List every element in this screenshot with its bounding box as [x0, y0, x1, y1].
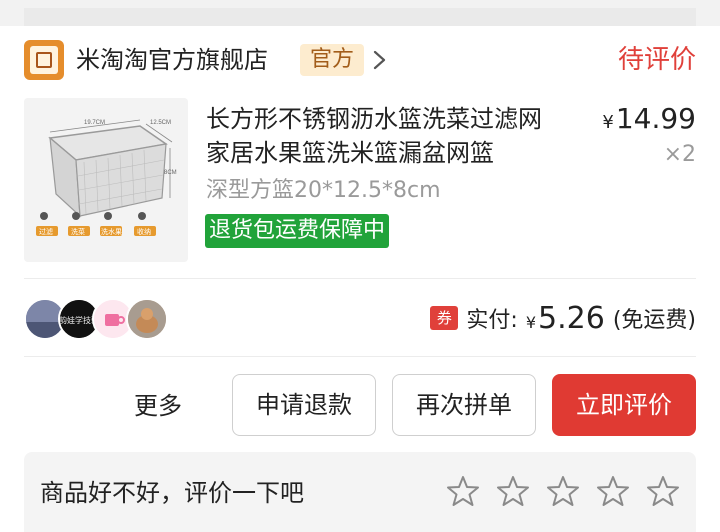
- product-spec: 深型方篮20*12.5*8cm: [206, 178, 441, 203]
- actual-payment: 券 实付: ¥5.26 (免运费): [430, 300, 696, 336]
- product-title-line-1: 长方形不锈钢沥水篮洗菜过滤网: [206, 105, 542, 133]
- divider: [24, 356, 696, 357]
- divider: [24, 278, 696, 279]
- star-icon[interactable]: [446, 474, 480, 508]
- star-icon[interactable]: [546, 474, 580, 508]
- more-button[interactable]: 更多: [134, 388, 182, 424]
- product-thumbnail[interactable]: 19.7CM 12.5CM 8CM 过滤 洗菜 洗水果 收纳: [24, 98, 188, 262]
- thumb-dim-width: 12.5CM: [150, 120, 171, 126]
- official-badge: 官方: [300, 44, 365, 76]
- star-icon[interactable]: [496, 474, 530, 508]
- thumb-dim-length: 19.7CM: [84, 120, 105, 126]
- thumb-label-wash-fruit: 洗水果: [101, 227, 122, 236]
- review-prompt-text: 商品好不好，评价一下吧: [40, 479, 304, 507]
- avatar: [126, 298, 168, 340]
- return-shipping-badge: 退货包运费保障中: [205, 214, 390, 248]
- refund-button[interactable]: 申请退款: [232, 374, 376, 436]
- shop-logo[interactable]: [24, 40, 64, 80]
- review-now-button[interactable]: 立即评价: [552, 374, 696, 436]
- star-rating: [446, 474, 680, 508]
- product-quantity: ×2: [663, 142, 696, 167]
- strainer-basket-image: 19.7CM 12.5CM 8CM 过滤 洗菜 洗水果 收纳: [24, 98, 188, 262]
- thumb-dim-height: 8CM: [164, 170, 177, 176]
- coupon-icon: 券: [430, 306, 459, 330]
- reorder-button[interactable]: 再次拼单: [392, 374, 536, 436]
- payment-label: 实付:: [466, 308, 518, 333]
- product-price: ¥14.99: [602, 102, 696, 140]
- price-currency: ¥: [602, 112, 614, 133]
- product-title-line-2: 家居水果篮洗米篮漏盆网篮: [206, 139, 494, 167]
- star-icon[interactable]: [596, 474, 630, 508]
- shop-name[interactable]: 米淘淘官方旗舰店: [76, 44, 268, 76]
- product-title[interactable]: 长方形不锈钢沥水篮洗菜过滤网 家居水果篮洗米篮漏盆网篮: [206, 102, 586, 170]
- payment-value: 5.26: [538, 300, 605, 336]
- price-value: 14.99: [615, 102, 696, 135]
- thumb-label-storage: 收纳: [137, 227, 151, 236]
- order-status: 待评价: [617, 45, 696, 75]
- review-prompt: 商品好不好，评价一下吧: [24, 452, 696, 532]
- payment-note: (免运费): [612, 308, 696, 333]
- shop-logo-mark: [30, 46, 58, 74]
- top-spacer: [0, 0, 720, 26]
- chevron-right-icon[interactable]: [370, 46, 390, 74]
- payment-currency: ¥: [525, 312, 537, 332]
- star-icon[interactable]: [646, 474, 680, 508]
- thumb-label-wash-veg: 洗菜: [71, 227, 85, 236]
- payment-amount: ¥5.26: [526, 301, 605, 336]
- thumb-label-filter: 过滤: [39, 227, 53, 236]
- previous-card-edge: [24, 8, 696, 26]
